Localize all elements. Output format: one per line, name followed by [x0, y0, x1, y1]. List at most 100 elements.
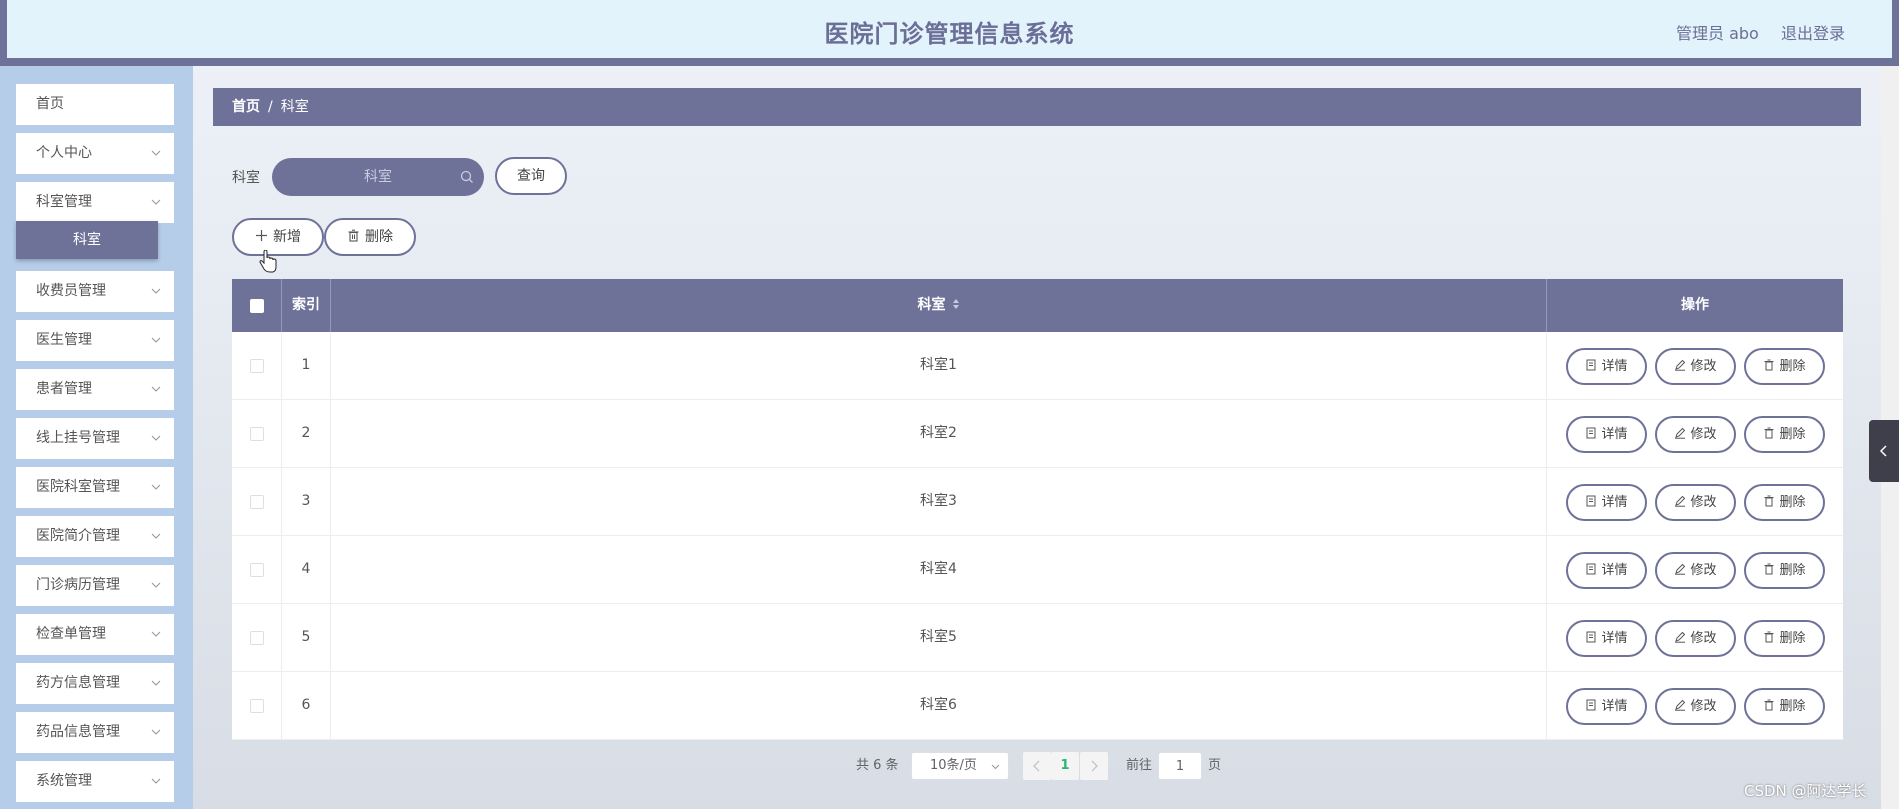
page-number-1[interactable]: 1 [1051, 752, 1079, 780]
sidebar-item-label: 医院简介管理 [36, 528, 120, 544]
delete-button-label: 删除 [1779, 631, 1806, 646]
header-department-label: 科室 [917, 297, 946, 313]
document-icon [1586, 495, 1596, 507]
trash-icon [1764, 563, 1774, 575]
edit-button-label: 修改 [1690, 631, 1717, 646]
sidebar-item-5[interactable]: 患者管理 [16, 369, 174, 410]
chevron-down-icon [151, 435, 161, 441]
plus-icon [256, 230, 267, 241]
delete-button-label: 删除 [1779, 427, 1806, 442]
edit-button-label: 修改 [1690, 427, 1717, 442]
edit-button[interactable]: 修改 [1655, 484, 1736, 521]
detail-button-label: 详情 [1601, 699, 1628, 714]
breadcrumb-home[interactable]: 首页 [232, 99, 260, 115]
delete-button[interactable]: 删除 [1744, 416, 1825, 453]
chevron-down-icon [151, 729, 161, 735]
row-index: 1 [282, 332, 331, 399]
header-operations: 操作 [1681, 297, 1709, 313]
add-button[interactable]: 新增 [232, 218, 324, 256]
bulk-delete-label: 删除 [365, 229, 393, 245]
chevron-down-icon [151, 337, 161, 343]
edit-button[interactable]: 修改 [1655, 348, 1736, 385]
row-index: 4 [282, 536, 331, 603]
sort-icon[interactable] [952, 298, 960, 310]
chevron-down-icon [991, 764, 1000, 770]
edit-button[interactable]: 修改 [1655, 688, 1736, 725]
breadcrumb-current: 科室 [280, 99, 309, 115]
prev-page-button[interactable] [1023, 752, 1051, 780]
row-check-cell [232, 400, 282, 467]
bulk-delete-button[interactable]: 删除 [324, 218, 416, 256]
detail-button-label: 详情 [1601, 631, 1628, 646]
sidebar-item-13[interactable]: 系统管理 [16, 761, 174, 802]
search-icon [460, 170, 473, 183]
row-checkbox[interactable] [250, 699, 264, 713]
edit-button[interactable]: 修改 [1655, 416, 1736, 453]
delete-button[interactable]: 删除 [1744, 688, 1825, 725]
delete-button[interactable]: 删除 [1744, 552, 1825, 589]
detail-button[interactable]: 详情 [1566, 484, 1647, 521]
delete-button[interactable]: 删除 [1744, 348, 1825, 385]
delete-button[interactable]: 删除 [1744, 620, 1825, 657]
chevron-down-icon [151, 288, 161, 294]
delete-button[interactable]: 删除 [1744, 484, 1825, 521]
sidebar-item-12[interactable]: 药品信息管理 [16, 712, 174, 753]
edit-button[interactable]: 修改 [1655, 620, 1736, 657]
sidebar-item-10[interactable]: 检查单管理 [16, 614, 174, 655]
submenu-item-department[interactable]: 科室 [16, 221, 158, 259]
pencil-icon [1675, 631, 1686, 643]
document-icon [1586, 631, 1596, 643]
query-button[interactable]: 查询 [495, 157, 567, 195]
header-department[interactable]: 科室 [331, 279, 1547, 332]
detail-button-label: 详情 [1601, 359, 1628, 374]
row-checkbox[interactable] [250, 563, 264, 577]
logout-link[interactable]: 退出登录 [1781, 20, 1845, 44]
pencil-icon [1675, 359, 1686, 371]
pagination-total: 共 6 条 [856, 758, 899, 773]
row-checkbox[interactable] [250, 427, 264, 441]
trash-icon [348, 229, 359, 242]
trash-icon [1764, 631, 1774, 643]
document-icon [1586, 359, 1596, 371]
sidebar-item-7[interactable]: 医院科室管理 [16, 467, 174, 508]
detail-button[interactable]: 详情 [1566, 552, 1647, 589]
side-panel-toggle[interactable] [1869, 420, 1899, 482]
sidebar-item-label: 线上挂号管理 [36, 430, 120, 446]
row-checkbox[interactable] [250, 495, 264, 509]
sidebar-item-0[interactable]: 首页 [16, 84, 174, 125]
chevron-down-icon [151, 484, 161, 490]
sidebar-item-1[interactable]: 个人中心 [16, 133, 174, 174]
select-all-checkbox[interactable] [250, 299, 264, 313]
pencil-icon [1675, 563, 1686, 575]
detail-button[interactable]: 详情 [1566, 348, 1647, 385]
sidebar-item-2[interactable]: 科室管理 [16, 182, 174, 223]
sidebar-item-11[interactable]: 药方信息管理 [16, 663, 174, 704]
sidebar-item-8[interactable]: 医院简介管理 [16, 516, 174, 557]
add-button-label: 新增 [273, 229, 301, 245]
edit-button-label: 修改 [1690, 699, 1717, 714]
header-index: 索引 [282, 279, 331, 332]
chevron-down-icon [151, 150, 161, 156]
sidebar-item-9[interactable]: 门诊病历管理 [16, 565, 174, 606]
sidebar-item-label: 首页 [36, 96, 64, 112]
goto-page-input[interactable] [1158, 752, 1202, 780]
edit-button[interactable]: 修改 [1655, 552, 1736, 589]
sidebar-item-4[interactable]: 医生管理 [16, 320, 174, 361]
detail-button[interactable]: 详情 [1566, 620, 1647, 657]
table-header: 索引 科室 操作 [232, 279, 1843, 332]
chevron-down-icon [151, 582, 161, 588]
row-checkbox[interactable] [250, 359, 264, 373]
detail-button[interactable]: 详情 [1566, 688, 1647, 725]
row-checkbox[interactable] [250, 631, 264, 645]
trash-icon [1764, 359, 1774, 371]
row-index: 2 [282, 400, 331, 467]
search-input[interactable] [272, 158, 484, 196]
row-index: 5 [282, 604, 331, 671]
page-size-select[interactable]: 10条/页 [911, 752, 1009, 780]
document-icon [1586, 427, 1596, 439]
row-department: 科室5 [331, 604, 1547, 671]
sidebar-item-6[interactable]: 线上挂号管理 [16, 418, 174, 459]
sidebar-item-3[interactable]: 收费员管理 [16, 271, 174, 312]
detail-button[interactable]: 详情 [1566, 416, 1647, 453]
next-page-button[interactable] [1080, 752, 1108, 780]
